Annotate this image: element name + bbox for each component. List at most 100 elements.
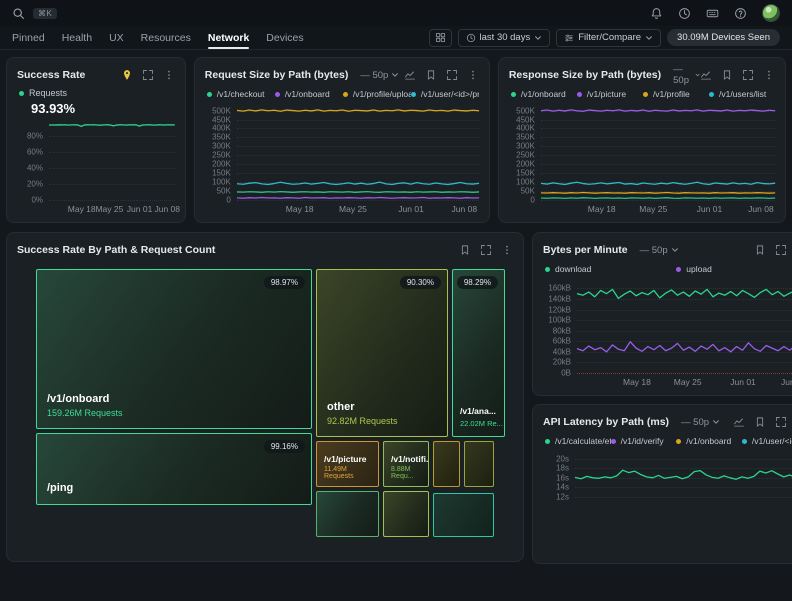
bookmark-icon[interactable] xyxy=(425,69,437,81)
treemap-box-small-1[interactable] xyxy=(433,441,460,487)
y-axis-tick: 0B xyxy=(561,369,571,378)
treemap-box-v1-picture[interactable]: /v1/picture11.49M Requests xyxy=(316,441,379,487)
explore-chart-icon[interactable] xyxy=(733,416,745,428)
legend-label: download xyxy=(555,264,591,274)
plot-area: 160kB140kB120kB100kB80kB60kB40kB20kB0B xyxy=(577,282,792,373)
legend-label: /v1/profile xyxy=(653,89,690,99)
treemap-box-other[interactable]: 90.30% other92.82M Requests xyxy=(316,269,448,437)
filter-compare-button[interactable]: Filter/Compare xyxy=(556,29,661,47)
treemap-box-small-4[interactable] xyxy=(383,491,429,537)
percentile-label: — 50p xyxy=(360,70,388,81)
y-axis-tick: 400K xyxy=(212,124,231,133)
path-name: /v1/onboard xyxy=(47,393,123,405)
bookmark-icon[interactable] xyxy=(754,244,766,256)
x-axis: May 18May 25Jun 01Jun 08 xyxy=(541,200,775,213)
treemap-box-small-3[interactable] xyxy=(316,491,379,537)
y-axis-tick: 40% xyxy=(27,164,43,173)
explore-chart-icon[interactable] xyxy=(700,69,712,81)
expand-icon[interactable] xyxy=(142,69,154,81)
x-axis-tick: Jun 08 xyxy=(452,204,478,214)
legend: /v1/onboard /v1/picture /v1/profile /v1/… xyxy=(511,89,775,99)
percentile-select[interactable]: — 50p xyxy=(673,64,700,86)
treemap-box-ping[interactable]: 99.16% /ping xyxy=(36,433,312,505)
more-menu-icon[interactable] xyxy=(163,69,175,81)
api-latency-chart[interactable]: 20s18s16s14s12s xyxy=(575,454,792,554)
treemap-box-small-2[interactable] xyxy=(464,441,494,487)
y-axis-tick: 350K xyxy=(212,133,231,142)
time-range-select[interactable]: last 30 days xyxy=(458,29,551,47)
tab-ux[interactable]: UX xyxy=(109,26,124,49)
expand-icon[interactable] xyxy=(742,69,754,81)
tab-network[interactable]: Network xyxy=(208,26,249,49)
card-api-latency: API Latency by Path (ms) — 50p /v1/calcu… xyxy=(532,404,792,564)
success-rate-chart[interactable]: 80%60%40%20%0%May 18May 25Jun 01Jun 08 xyxy=(49,120,175,213)
treemap-box-v1-notifi[interactable]: /v1/notifi... 8.88M Requ... xyxy=(383,441,429,487)
bookmark-icon[interactable] xyxy=(754,416,766,428)
x-axis-tick: May 18 xyxy=(623,377,651,387)
x-axis-tick: Jun 01 xyxy=(127,204,153,214)
card-title: Success Rate xyxy=(17,69,85,81)
series-line xyxy=(575,470,792,480)
notifications-bell-icon[interactable] xyxy=(650,7,663,20)
search-icon[interactable] xyxy=(12,7,25,20)
expand-icon[interactable] xyxy=(446,69,458,81)
path-name: /ping xyxy=(47,482,73,494)
x-axis-tick: May 25 xyxy=(674,377,702,387)
bytes-per-minute-chart[interactable]: 160kB140kB120kB100kB80kB60kB40kB20kB0B Ma… xyxy=(577,282,792,386)
treemap-box-v1-ana[interactable]: 98.29% /v1/ana...22.02M Re... xyxy=(452,269,505,437)
legend-item: upload xyxy=(676,264,792,274)
treemap-box-v1-onboard[interactable]: 98.97% /v1/onboard159.26M Requests xyxy=(36,269,312,429)
bookmark-icon[interactable] xyxy=(459,244,471,256)
explore-chart-icon[interactable] xyxy=(404,69,416,81)
card-title: Bytes per Minute xyxy=(543,244,628,256)
tab-devices[interactable]: Devices xyxy=(266,26,303,49)
series-line xyxy=(541,198,775,199)
bookmark-icon[interactable] xyxy=(721,69,733,81)
legend-label: /v1/checkout xyxy=(217,89,265,99)
legend-label: /v1/user/<id>/rem... xyxy=(752,436,792,446)
request-size-chart[interactable]: 500K450K400K350K300K250K200K150K100K50K0… xyxy=(237,107,479,213)
expand-icon[interactable] xyxy=(775,244,787,256)
percentile-select[interactable]: — 50p xyxy=(360,70,399,81)
layout-grid-button[interactable] xyxy=(429,29,452,47)
network-dashboard: { "topbar": { "search_shortcut": "⌘K" },… xyxy=(0,0,792,499)
topbar-actions xyxy=(650,4,780,22)
y-axis-tick: 250K xyxy=(516,151,535,160)
success-rate-badge: 90.30% xyxy=(400,276,441,289)
expand-icon[interactable] xyxy=(775,416,787,428)
success-rate-value: 93.93% xyxy=(31,101,175,116)
series-line xyxy=(237,197,479,198)
percentile-select[interactable]: — 50p xyxy=(640,245,679,256)
x-axis: May 18May 25Jun 01Jun 08 xyxy=(577,373,792,386)
tab-pinned[interactable]: Pinned xyxy=(12,26,45,49)
response-size-chart[interactable]: 500K450K400K350K300K250K200K150K100K50K0… xyxy=(541,107,775,213)
y-axis-tick: 100K xyxy=(212,178,231,187)
y-axis-tick: 60kB xyxy=(553,337,571,346)
help-icon[interactable] xyxy=(734,7,747,20)
legend-dot xyxy=(275,92,280,97)
y-axis-tick: 40kB xyxy=(553,347,571,356)
success-rate-badge: 98.29% xyxy=(457,276,498,289)
more-menu-icon[interactable] xyxy=(501,244,513,256)
more-menu-icon[interactable] xyxy=(467,69,479,81)
y-axis-tick: 20% xyxy=(27,180,43,189)
y-axis-tick: 450K xyxy=(516,115,535,124)
y-axis-tick: 100K xyxy=(516,178,535,187)
tab-resources[interactable]: Resources xyxy=(141,26,191,49)
user-avatar[interactable] xyxy=(762,4,780,22)
more-menu-icon[interactable] xyxy=(763,69,775,81)
percentile-select[interactable]: — 50p xyxy=(681,417,720,428)
keyboard-icon[interactable] xyxy=(706,7,719,20)
expand-icon[interactable] xyxy=(480,244,492,256)
card-request-size: Request Size by Path (bytes) — 50p /v1/c… xyxy=(194,57,490,223)
filter-compare-label: Filter/Compare xyxy=(578,32,641,43)
history-icon[interactable] xyxy=(678,7,691,20)
request-count: 8.88M Requ... xyxy=(391,466,429,480)
grid-icon xyxy=(435,32,446,43)
treemap-box-small-5[interactable] xyxy=(433,493,494,537)
path-name: /v1/notifi... xyxy=(391,454,429,464)
y-axis-tick: 60% xyxy=(27,148,43,157)
card-bytes-per-minute: Bytes per Minute — 50p download upload 1… xyxy=(532,232,792,396)
tab-health[interactable]: Health xyxy=(62,26,92,49)
pin-icon[interactable] xyxy=(121,69,133,81)
